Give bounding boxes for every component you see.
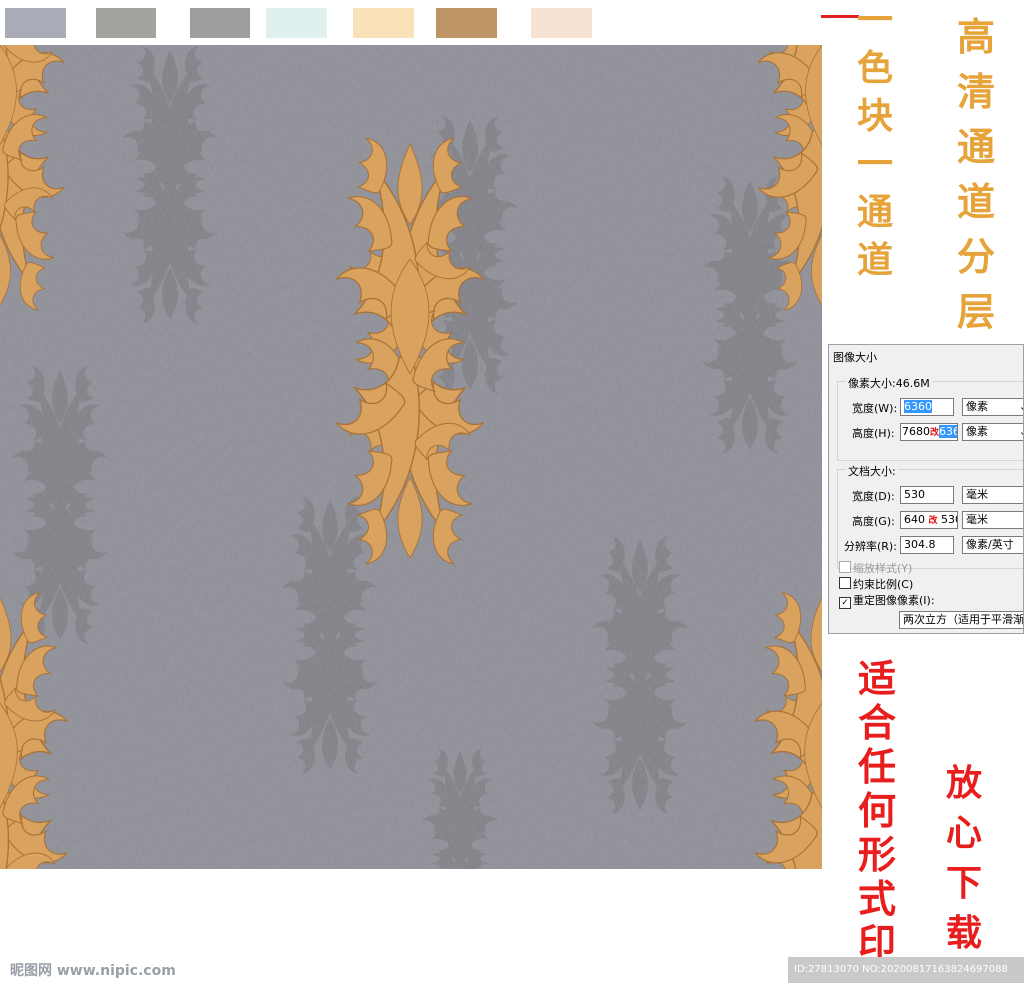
- caption-char: 一: [857, 0, 894, 41]
- checkbox-box: [839, 561, 851, 573]
- height-change-mark: 改: [930, 428, 940, 438]
- caption-char: 清: [957, 69, 996, 114]
- caption-char: 下: [946, 862, 983, 904]
- chevron-down-icon: ⌄: [1019, 424, 1023, 440]
- resolution-value: 304.8: [904, 538, 936, 551]
- scale-styles-checkbox[interactable]: 缩放样式(Y): [839, 560, 912, 576]
- pixel-dimensions-group: 像素大小:46.6M 宽度(W): 6360 像素 ⌄ 高度(H): 7680改…: [837, 375, 1023, 461]
- constrain-proportions-checkbox[interactable]: 约束比例(C): [839, 576, 913, 592]
- width-unit: 像素: [966, 400, 988, 413]
- site-watermark: 昵图网 www.nipic.com: [10, 963, 176, 979]
- caption-char: 任: [858, 744, 897, 789]
- caption-char: 合: [858, 700, 897, 745]
- image-id-bar: ID:27813070 NO:20200817163824697088: [788, 957, 1024, 983]
- caption-char: 放: [946, 762, 983, 804]
- height-old-value: 7680: [902, 425, 930, 438]
- resolution-unit: 像素/英寸: [966, 538, 1014, 551]
- height-label: 高度(H):: [852, 427, 895, 440]
- resample-label: 重定图像像素(I):: [853, 594, 935, 607]
- width-input[interactable]: 6360: [900, 398, 954, 416]
- document-size-group: 文档大小: 宽度(D): 530 毫米 高度(G): 640 改 530 毫米 …: [837, 463, 1023, 569]
- scale-styles-label: 缩放样式(Y): [853, 562, 913, 575]
- resample-method: 两次立方（适用于平滑渐变: [903, 613, 1024, 626]
- pixel-dimensions-label: 像素大小:46.6M: [846, 375, 932, 391]
- doc-height-new-value: 530: [941, 513, 957, 526]
- caption-char: 一: [857, 143, 894, 185]
- doc-height-label: 高度(G):: [852, 515, 895, 528]
- caption-char: 分: [957, 234, 996, 279]
- color-swatch-4: [266, 8, 327, 38]
- doc-height-unit: 毫米: [966, 513, 988, 526]
- caption-char: 道: [857, 239, 894, 281]
- height-unit: 像素: [966, 425, 988, 438]
- caption-char: 色: [857, 47, 894, 89]
- height-new-value: 6360: [939, 425, 957, 438]
- height-unit-select[interactable]: 像素 ⌄: [962, 423, 1023, 441]
- doc-width-unit: 毫米: [966, 488, 988, 501]
- caption-char: 何: [858, 788, 897, 833]
- caption-char: 式: [858, 876, 897, 921]
- gold-caption-one-channel: 一 色 块 一 通 道: [857, 2, 893, 290]
- caption-char: 道: [957, 179, 996, 224]
- chevron-down-icon: ⌄: [1019, 399, 1023, 415]
- width-value: 6360: [904, 400, 932, 413]
- caption-char: 层: [957, 289, 996, 334]
- image-size-dialog: 图像大小 像素大小:46.6M 宽度(W): 6360 像素 ⌄ 高度(H): …: [828, 344, 1024, 634]
- doc-width-unit-select[interactable]: 毫米: [962, 486, 1023, 504]
- checkbox-box: [839, 577, 851, 589]
- color-swatch-5: [353, 8, 414, 38]
- width-label: 宽度(W):: [852, 402, 898, 415]
- resolution-label: 分辨率(R):: [844, 540, 897, 553]
- doc-height-old-value: 640: [904, 513, 925, 526]
- resolution-input[interactable]: 304.8: [900, 536, 954, 554]
- caption-char: 通: [857, 191, 894, 233]
- width-unit-select[interactable]: 像素 ⌄: [962, 398, 1023, 416]
- document-size-label: 文档大小:: [846, 463, 898, 479]
- caption-char: 高: [957, 14, 996, 59]
- resample-checkbox[interactable]: ✓ 重定图像像素(I):: [839, 592, 935, 609]
- gold-caption-hd-layers: 高 清 通 道 分 层: [957, 18, 995, 338]
- red-caption-print: 适 合 任 何 形 式 印: [858, 660, 896, 968]
- color-swatch-1: [5, 8, 66, 38]
- caption-char: 通: [957, 124, 996, 169]
- constrain-label: 约束比例(C): [853, 578, 914, 591]
- doc-width-value: 530: [904, 488, 925, 501]
- caption-char: 块: [857, 95, 894, 137]
- color-swatch-7: [531, 8, 592, 38]
- damask-pattern-image: [0, 45, 822, 869]
- doc-height-input[interactable]: 640 改 530: [900, 511, 958, 529]
- doc-width-label: 宽度(D):: [852, 490, 895, 503]
- red-caption-download: 放 心 下 载: [946, 765, 982, 965]
- color-swatch-6: [436, 8, 497, 38]
- resolution-unit-select[interactable]: 像素/英寸: [962, 536, 1023, 554]
- color-swatch-3: [190, 8, 250, 38]
- resample-method-select[interactable]: 两次立方（适用于平滑渐变: [899, 611, 1024, 629]
- doc-width-input[interactable]: 530: [900, 486, 954, 504]
- doc-height-change-mark: 改: [928, 516, 938, 526]
- caption-char: 适: [858, 656, 897, 701]
- doc-height-unit-select[interactable]: 毫米: [962, 511, 1023, 529]
- color-swatch-2: [96, 8, 156, 38]
- height-input[interactable]: 7680改6360: [900, 423, 958, 441]
- dialog-title: 图像大小: [833, 351, 877, 364]
- caption-char: 形: [858, 832, 897, 877]
- red-dash-mark: [821, 15, 859, 18]
- caption-char: 心: [946, 812, 983, 854]
- checkmark-icon: ✓: [839, 597, 851, 609]
